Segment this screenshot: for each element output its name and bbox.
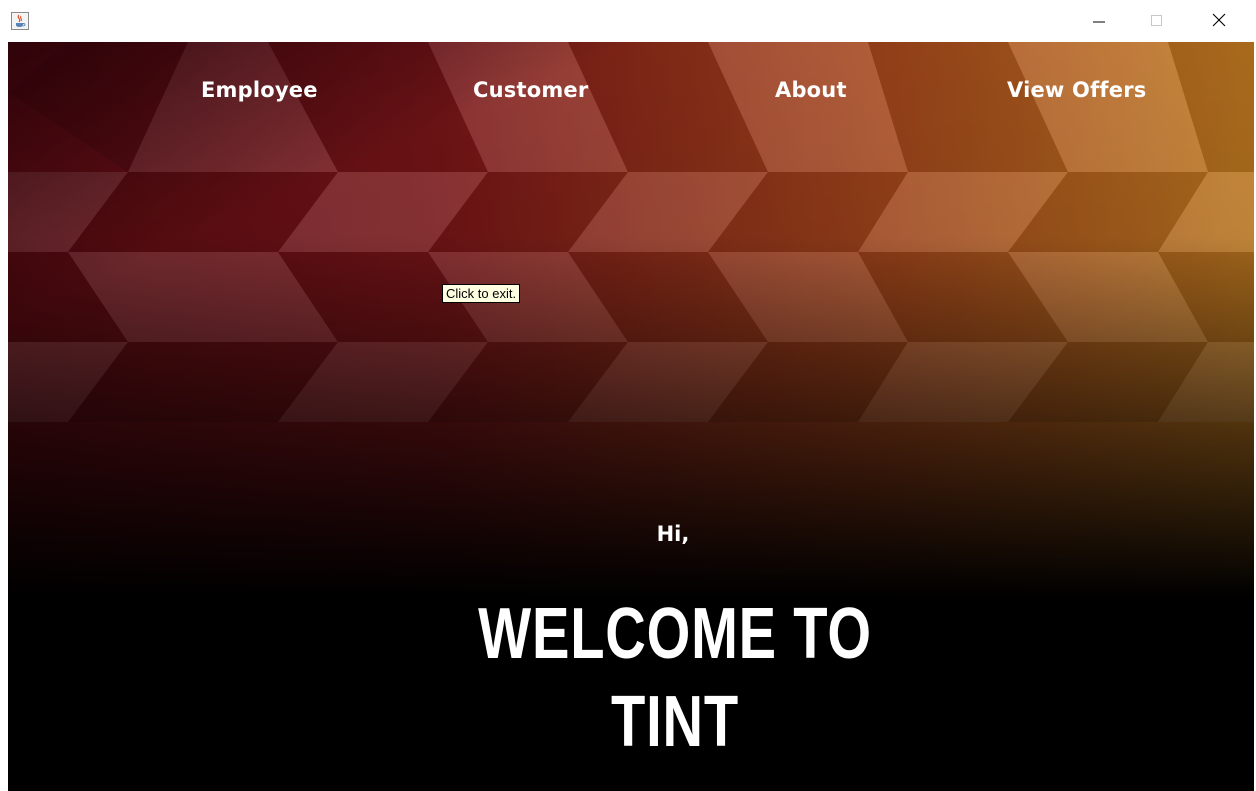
app-window: Employee Customer About View Offers Clic… [0,0,1256,791]
exit-tooltip: Click to exit. [442,284,521,303]
nav-customer[interactable]: Customer [473,78,588,102]
hexagon-background [8,42,1254,598]
nav-view-offers[interactable]: View Offers [1007,78,1146,102]
main-content: Employee Customer About View Offers Clic… [8,42,1254,791]
greeting-text: Hi, [656,522,690,546]
maximize-icon [1151,12,1163,31]
minimize-button[interactable] [1070,0,1128,42]
minimize-icon [1093,12,1105,31]
maximize-button[interactable] [1128,0,1186,42]
welcome-line-2: TINT [611,682,739,762]
close-button[interactable] [1190,0,1248,42]
welcome-line-1: WELCOME TO [478,594,872,674]
nav-about[interactable]: About [775,78,847,102]
java-coffee-icon [11,12,29,30]
close-icon [1212,12,1226,31]
welcome-heading: WELCOME TO TINT [156,590,1193,766]
title-bar[interactable] [0,0,1256,42]
nav-employee[interactable]: Employee [201,78,318,102]
